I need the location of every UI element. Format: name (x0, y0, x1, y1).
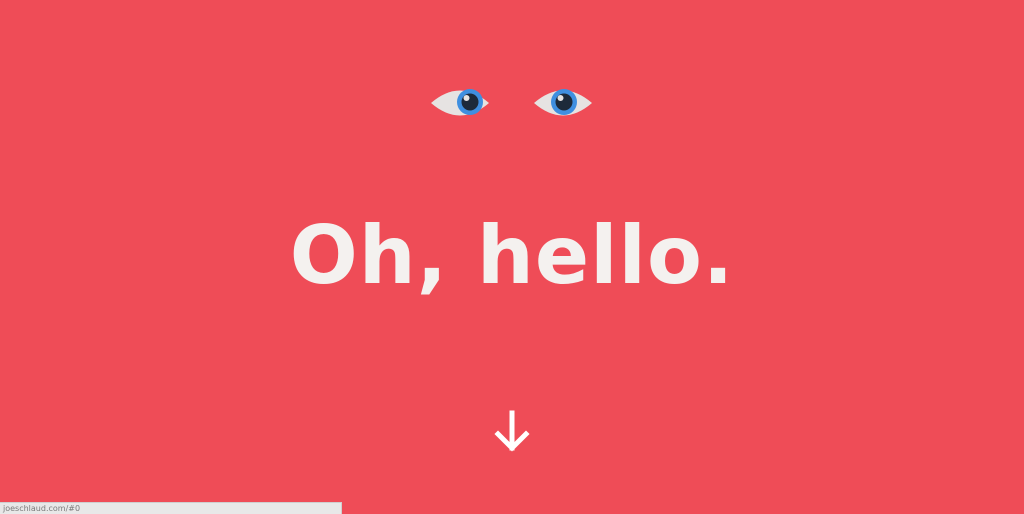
hero-heading: Oh, hello. (289, 209, 735, 302)
browser-status-bar: joeschlaud.com/#0 (0, 502, 342, 514)
right-eye-icon (533, 84, 593, 122)
scroll-down-arrow-icon[interactable] (492, 410, 532, 454)
status-url: joeschlaud.com/#0 (3, 504, 81, 513)
eyes-illustration (430, 84, 594, 122)
left-eye-icon (430, 84, 490, 122)
hero-section: Oh, hello. (0, 0, 1024, 514)
